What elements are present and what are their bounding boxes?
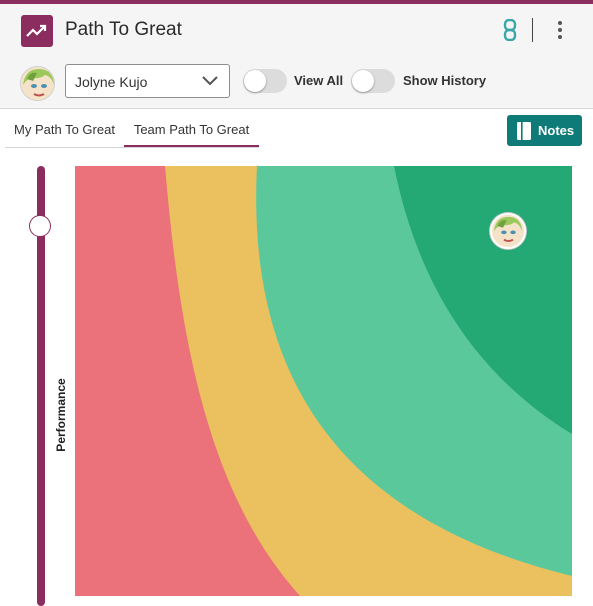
chevron-down-icon bbox=[202, 76, 218, 86]
show-history-toggle[interactable] bbox=[351, 69, 395, 93]
page-title: Path To Great bbox=[65, 19, 182, 40]
header-divider bbox=[532, 18, 533, 42]
user-avatar[interactable] bbox=[490, 213, 526, 249]
tab-team-path-to-great[interactable]: Team Path To Great bbox=[124, 114, 259, 147]
user-select[interactable]: Jolyne Kujo bbox=[65, 64, 230, 98]
show-history-label: Show History bbox=[403, 73, 487, 88]
header: Path To Great Jolyne Kujo View All Show … bbox=[0, 4, 593, 109]
performance-slider-thumb[interactable] bbox=[29, 215, 51, 237]
view-all-label: View All bbox=[294, 73, 344, 88]
notes-button[interactable]: Notes bbox=[507, 115, 582, 146]
trend-up-icon bbox=[21, 15, 53, 47]
avatar bbox=[20, 66, 55, 101]
more-vertical-icon[interactable] bbox=[552, 18, 568, 42]
y-axis-label: Performance bbox=[54, 378, 68, 452]
user-select-value: Jolyne Kujo bbox=[75, 74, 148, 90]
notes-label: Notes bbox=[538, 123, 575, 138]
notebook-icon bbox=[517, 121, 531, 140]
view-all-toggle[interactable] bbox=[243, 69, 287, 93]
link-icon[interactable] bbox=[500, 19, 520, 41]
tab-bar: My Path To Great Team Path To Great bbox=[5, 114, 259, 148]
toggle-knob bbox=[244, 70, 266, 92]
toggle-knob bbox=[352, 70, 374, 92]
tab-my-path-to-great[interactable]: My Path To Great bbox=[5, 114, 124, 146]
